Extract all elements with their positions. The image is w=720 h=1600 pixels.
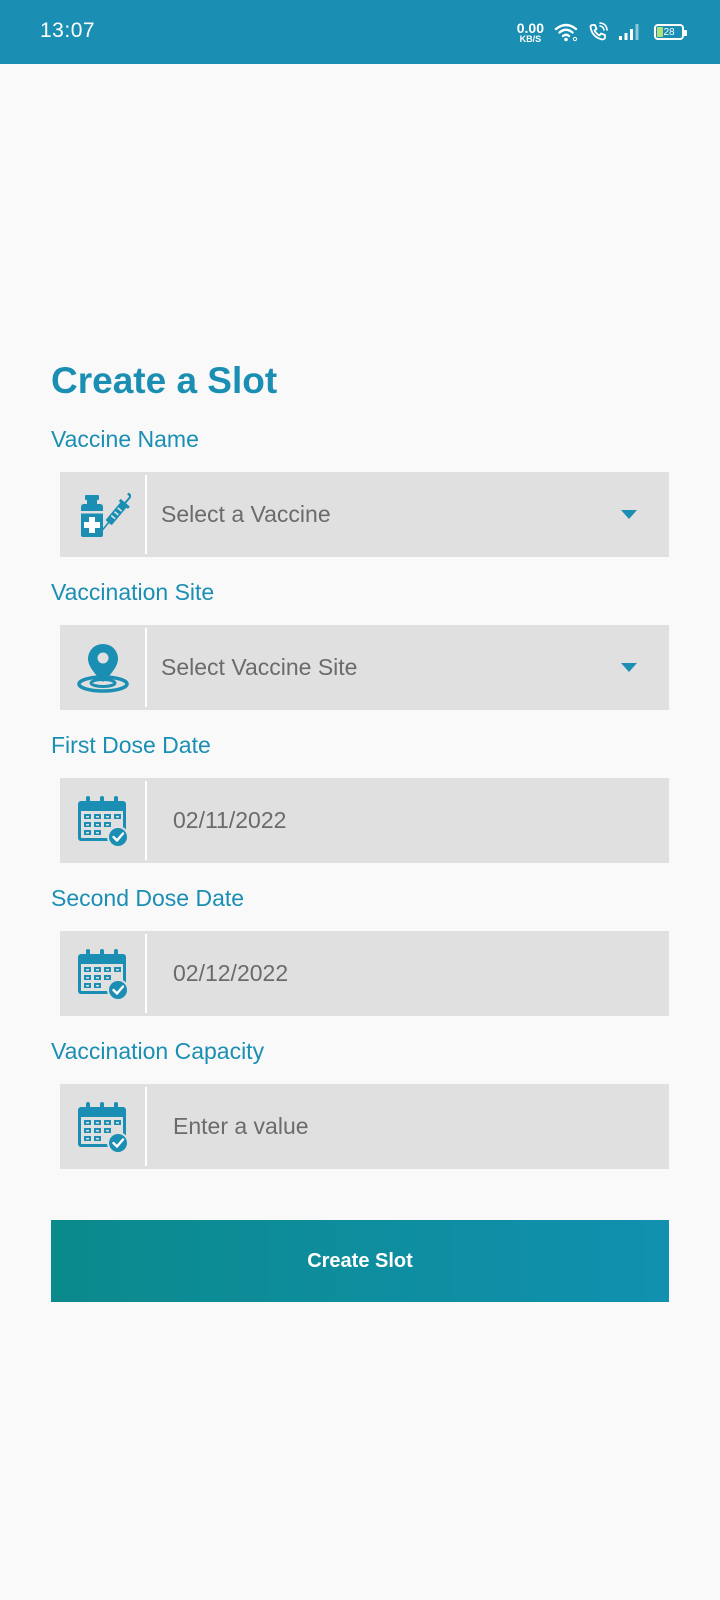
network-speed: 0.00 KB/S — [517, 21, 544, 44]
second-dose-date-label: Second Dose Date — [51, 885, 245, 911]
battery-level-fill — [657, 27, 663, 37]
vaccination-site-label: Vaccination Site — [51, 579, 215, 605]
signal-icon — [619, 24, 639, 40]
vaccination-site-value: Select Vaccine Site — [161, 654, 358, 680]
vaccine-name-label: Vaccine Name — [51, 426, 199, 452]
chevron-down-icon[interactable] — [621, 663, 637, 672]
status-bar: 13:07 0.00 KB/S 28 — [0, 0, 720, 64]
vaccination-capacity-label: Vaccination Capacity — [51, 1038, 265, 1064]
first-dose-date-label: First Dose Date — [51, 732, 211, 758]
second-dose-date-field[interactable]: 02/12/2022 — [60, 931, 669, 1016]
field-divider — [145, 1087, 147, 1166]
chevron-down-icon[interactable] — [621, 510, 637, 519]
vaccination-capacity-placeholder: Enter a value — [173, 1113, 309, 1139]
vaccine-name-select[interactable]: Select a Vaccine — [60, 472, 669, 557]
wifi-call-icon — [589, 22, 608, 41]
field-divider — [145, 934, 147, 1013]
calendar-check-icon — [60, 1084, 145, 1169]
field-divider — [145, 628, 147, 707]
field-divider — [145, 781, 147, 860]
network-speed-unit: KB/S — [519, 33, 542, 44]
battery-icon: 28 — [654, 24, 687, 40]
vaccination-site-select[interactable]: Select Vaccine Site — [60, 625, 669, 710]
location-pin-icon — [60, 625, 145, 710]
calendar-check-icon — [60, 931, 145, 1016]
vaccine-icon — [60, 472, 145, 557]
status-time: 13:07 — [40, 19, 96, 42]
first-dose-date-field[interactable]: 02/11/2022 — [60, 778, 669, 863]
first-dose-date-value: 02/11/2022 — [173, 807, 287, 833]
page-title: Create a Slot — [51, 360, 278, 401]
second-dose-date-value: 02/12/2022 — [173, 960, 289, 986]
field-divider — [145, 475, 147, 554]
network-speed-value: 0.00 — [516, 19, 544, 36]
status-icons: 0.00 KB/S 28 — [517, 18, 687, 46]
wifi-icon — [554, 23, 578, 42]
battery-level: 28 — [663, 26, 675, 38]
create-slot-button[interactable]: Create Slot — [51, 1220, 669, 1302]
calendar-check-icon — [60, 778, 145, 863]
vaccination-capacity-input[interactable]: Enter a value — [60, 1084, 669, 1169]
vaccine-name-value: Select a Vaccine — [161, 501, 331, 527]
